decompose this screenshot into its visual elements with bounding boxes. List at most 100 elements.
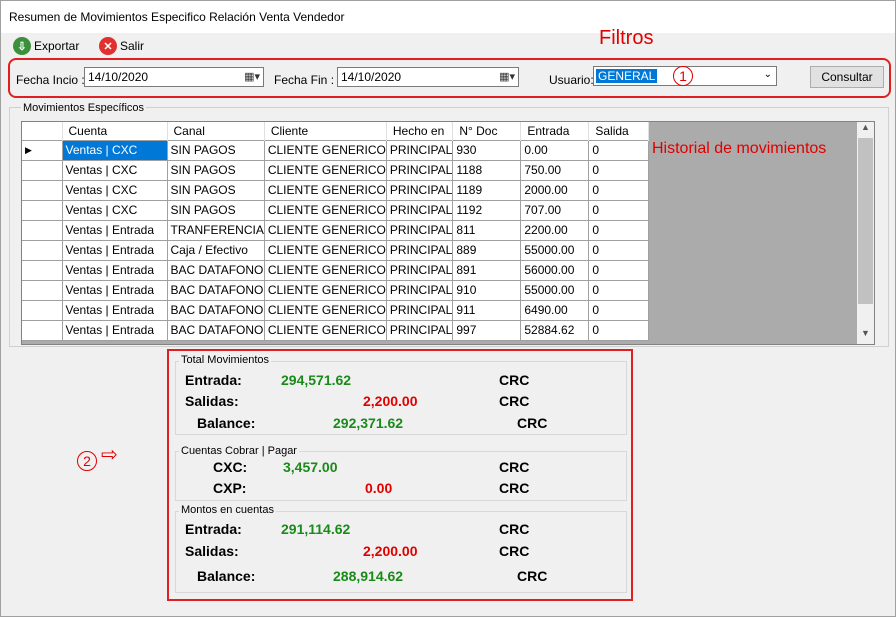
- scroll-down-icon[interactable]: ▼: [857, 328, 874, 344]
- table-cell[interactable]: Ventas | CXC: [61, 199, 168, 221]
- table-cell[interactable]: 0: [588, 179, 650, 201]
- table-cell[interactable]: SIN PAGOS: [166, 159, 265, 181]
- table-cell[interactable]: BAC DATAFONO: [166, 319, 265, 341]
- column-header[interactable]: Entrada: [520, 122, 590, 140]
- scroll-thumb[interactable]: [858, 138, 873, 304]
- table-cell[interactable]: 0: [588, 279, 650, 301]
- table-cell[interactable]: 891: [452, 259, 522, 281]
- row-header[interactable]: [22, 259, 63, 281]
- table-cell[interactable]: BAC DATAFONO: [166, 279, 265, 301]
- table-cell[interactable]: Ventas | CXC: [61, 139, 168, 161]
- table-cell[interactable]: 56000.00: [520, 259, 590, 281]
- row-header[interactable]: [22, 239, 63, 261]
- table-cell[interactable]: 55000.00: [520, 279, 590, 301]
- row-header[interactable]: ▶: [22, 139, 63, 161]
- start-date-picker[interactable]: 14/10/2020 ▦▾: [84, 67, 264, 87]
- table-cell[interactable]: CLIENTE GENERICO: [263, 319, 387, 341]
- table-cell[interactable]: 2200.00: [520, 219, 590, 241]
- table-cell[interactable]: BAC DATAFONO: [166, 299, 265, 321]
- table-cell[interactable]: BAC DATAFONO: [166, 259, 265, 281]
- column-header[interactable]: Canal: [167, 122, 265, 140]
- table-row[interactable]: ▶ Ventas | CXC SIN PAGOS CLIENTE GENERICO PR…: [22, 139, 650, 161]
- row-header[interactable]: [22, 199, 63, 221]
- table-cell[interactable]: Ventas | CXC: [61, 179, 168, 201]
- table-cell[interactable]: CLIENTE GENERICO: [263, 239, 387, 261]
- table-cell[interactable]: 889: [452, 239, 522, 261]
- table-cell[interactable]: 707.00: [520, 199, 590, 221]
- table-cell[interactable]: TRANFERENCIA: [166, 219, 265, 241]
- table-cell[interactable]: 997: [452, 319, 522, 341]
- calendar-icon[interactable]: ▦▾: [499, 70, 515, 83]
- movements-grid[interactable]: Cuenta Canal Cliente Hecho en N° Doc Ent…: [21, 121, 875, 345]
- row-header[interactable]: [22, 279, 63, 301]
- table-cell[interactable]: CLIENTE GENERICO: [263, 199, 387, 221]
- calendar-icon[interactable]: ▦▾: [244, 70, 260, 83]
- table-cell[interactable]: Ventas | Entrada: [61, 279, 168, 301]
- table-cell[interactable]: PRINCIPAL: [385, 259, 454, 281]
- table-cell[interactable]: PRINCIPAL: [385, 199, 454, 221]
- table-cell[interactable]: CLIENTE GENERICO: [263, 279, 387, 301]
- table-row[interactable]: Ventas | Entrada BAC DATAFONO CLIENTE GENE…: [22, 319, 650, 341]
- grid-scrollbar[interactable]: ▲ ▼: [857, 122, 874, 344]
- table-cell[interactable]: 0: [588, 219, 650, 241]
- table-cell[interactable]: 811: [452, 219, 522, 241]
- table-cell[interactable]: 6490.00: [520, 299, 590, 321]
- table-cell[interactable]: 911: [452, 299, 522, 321]
- table-cell[interactable]: Ventas | Entrada: [61, 259, 168, 281]
- table-cell[interactable]: Ventas | Entrada: [61, 219, 168, 241]
- table-cell[interactable]: SIN PAGOS: [166, 199, 265, 221]
- table-cell[interactable]: 0: [588, 259, 650, 281]
- table-cell[interactable]: PRINCIPAL: [385, 179, 454, 201]
- table-cell[interactable]: 1192: [452, 199, 522, 221]
- row-header[interactable]: [22, 179, 63, 201]
- table-cell[interactable]: Ventas | Entrada: [61, 239, 168, 261]
- table-cell[interactable]: PRINCIPAL: [385, 219, 454, 241]
- table-cell[interactable]: 0: [588, 299, 650, 321]
- table-cell[interactable]: PRINCIPAL: [385, 319, 454, 341]
- row-header[interactable]: [22, 319, 63, 341]
- table-cell[interactable]: 0: [588, 139, 650, 161]
- table-row[interactable]: Ventas | CXC SIN PAGOS CLIENTE GENERICO PRI…: [22, 159, 650, 181]
- table-cell[interactable]: 1189: [452, 179, 522, 201]
- table-cell[interactable]: Ventas | Entrada: [61, 299, 168, 321]
- table-cell[interactable]: PRINCIPAL: [385, 299, 454, 321]
- table-row[interactable]: Ventas | CXC SIN PAGOS CLIENTE GENERICO PRI…: [22, 179, 650, 201]
- table-cell[interactable]: 930: [452, 139, 522, 161]
- table-cell[interactable]: 0: [588, 159, 650, 181]
- table-cell[interactable]: 52884.62: [520, 319, 590, 341]
- scroll-up-icon[interactable]: ▲: [857, 122, 874, 138]
- table-cell[interactable]: CLIENTE GENERICO: [263, 299, 387, 321]
- query-button[interactable]: Consultar: [810, 66, 884, 88]
- table-cell[interactable]: PRINCIPAL: [385, 239, 454, 261]
- table-cell[interactable]: 0: [588, 239, 650, 261]
- chevron-down-icon[interactable]: ⌄: [764, 69, 772, 80]
- table-row[interactable]: Ventas | Entrada TRANFERENCIA CLIENTE GENE…: [22, 219, 650, 241]
- table-cell[interactable]: Ventas | CXC: [61, 159, 168, 181]
- table-cell[interactable]: CLIENTE GENERICO: [263, 159, 387, 181]
- table-cell[interactable]: 750.00: [520, 159, 590, 181]
- row-header[interactable]: [22, 159, 63, 181]
- column-header[interactable]: Hecho en: [386, 122, 454, 140]
- table-cell[interactable]: 2000.00: [520, 179, 590, 201]
- column-header[interactable]: Cuenta: [62, 122, 168, 140]
- table-cell[interactable]: PRINCIPAL: [385, 279, 454, 301]
- table-cell[interactable]: 0: [588, 199, 650, 221]
- table-cell[interactable]: CLIENTE GENERICO: [263, 139, 387, 161]
- column-header[interactable]: N° Doc: [452, 122, 522, 140]
- column-header[interactable]: Salida: [588, 122, 650, 140]
- table-row[interactable]: Ventas | Entrada BAC DATAFONO CLIENTE GENE…: [22, 299, 650, 321]
- table-cell[interactable]: SIN PAGOS: [166, 139, 265, 161]
- table-cell[interactable]: 0.00: [520, 139, 590, 161]
- table-cell[interactable]: PRINCIPAL: [385, 139, 454, 161]
- table-row[interactable]: Ventas | Entrada BAC DATAFONO CLIENTE GENE…: [22, 279, 650, 301]
- table-cell[interactable]: CLIENTE GENERICO: [263, 179, 387, 201]
- table-cell[interactable]: CLIENTE GENERICO: [263, 259, 387, 281]
- row-header[interactable]: [22, 219, 63, 241]
- table-cell[interactable]: SIN PAGOS: [166, 179, 265, 201]
- table-cell[interactable]: 910: [452, 279, 522, 301]
- table-row[interactable]: Ventas | CXC SIN PAGOS CLIENTE GENERICO PRI…: [22, 199, 650, 221]
- table-cell[interactable]: PRINCIPAL: [385, 159, 454, 181]
- export-button[interactable]: ⇩ Exportar: [13, 37, 79, 55]
- table-cell[interactable]: 0: [588, 319, 650, 341]
- column-header[interactable]: Cliente: [264, 122, 387, 140]
